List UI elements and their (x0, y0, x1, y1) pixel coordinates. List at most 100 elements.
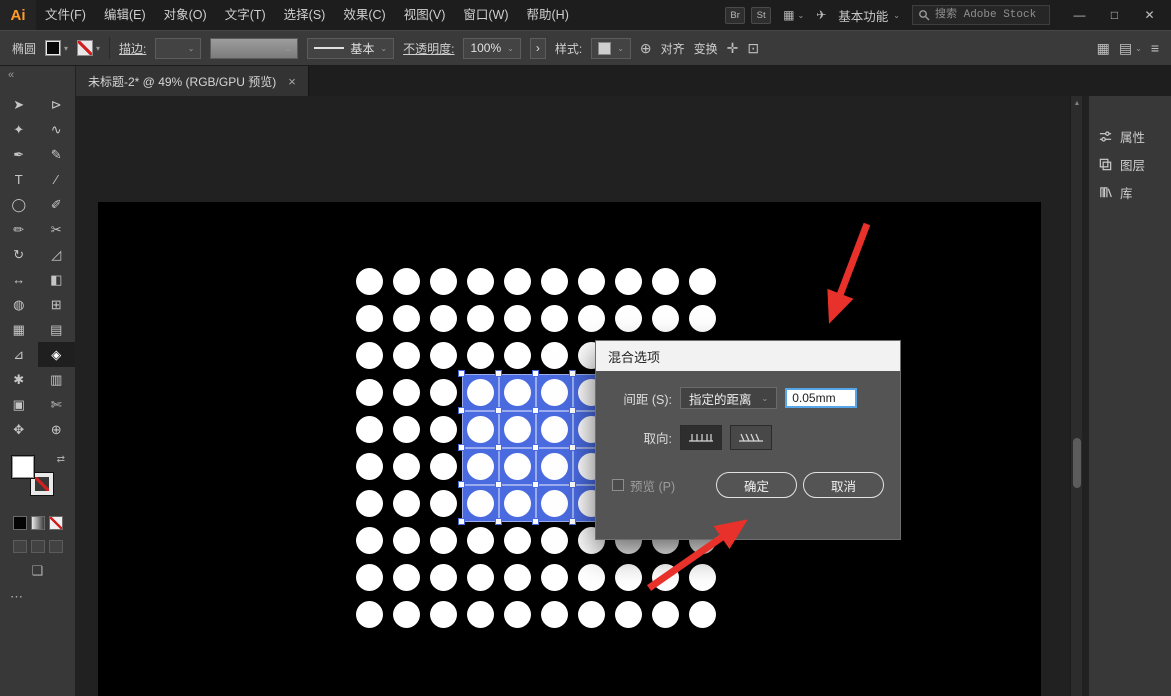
opacity-select[interactable]: 100%⌄ (463, 38, 520, 59)
perspective-grid-tool[interactable]: ⊞ (38, 292, 76, 317)
align-button[interactable]: 对齐 (661, 40, 685, 57)
search-input[interactable] (912, 5, 1050, 25)
eyedropper-tool[interactable]: ⊿ (0, 342, 38, 367)
stroke-weight-select[interactable]: ⌄ (155, 38, 201, 59)
document-setup-globe-icon[interactable]: ⊕ (640, 40, 652, 57)
workspace-grid-icon[interactable]: ▦ (1097, 40, 1110, 57)
hand-tool[interactable]: ✥ (0, 417, 38, 442)
mesh-tool[interactable]: ▦ (0, 317, 38, 342)
rotate-tool[interactable]: ↻ (0, 242, 38, 267)
maximize-button[interactable]: □ (1097, 0, 1132, 30)
column-graph-tool[interactable]: ▥ (38, 367, 76, 392)
slice-tool[interactable]: ✄ (38, 392, 76, 417)
orientation-path-button[interactable] (730, 425, 772, 450)
draw-normal-button[interactable] (13, 540, 27, 553)
style-select[interactable]: ⌄ (591, 38, 631, 59)
workspace-switcher[interactable]: 基本功能⌄ (838, 6, 900, 25)
menu-item-2[interactable]: 对象(O) (155, 0, 216, 30)
scrollbar-thumb[interactable] (1073, 438, 1081, 488)
spacing-select[interactable]: 指定的距离⌄ (680, 387, 777, 409)
app-window: Ai 文件(F)编辑(E)对象(O)文字(T)选择(S)效果(C)视图(V)窗口… (0, 0, 1171, 696)
panel-dock-icon[interactable]: ▤⌄ (1119, 40, 1142, 57)
stroke-color-control[interactable]: ▾ (77, 40, 100, 56)
share-icon[interactable]: ✈ (816, 8, 826, 22)
menu-item-4[interactable]: 选择(S) (275, 0, 335, 30)
blend-tool[interactable]: ◈ (38, 342, 76, 367)
document-tab-title: 未标题-2* @ 49% (RGB/GPU 预览) (88, 73, 276, 90)
isolate-selection-icon[interactable]: ⊡ (747, 40, 759, 57)
opacity-more-button[interactable]: › (530, 38, 546, 59)
close-button[interactable]: ✕ (1132, 0, 1167, 30)
opacity-label[interactable]: 不透明度: (403, 40, 454, 57)
zoom-tool[interactable]: ⊕ (38, 417, 76, 442)
transform-reference-icon[interactable]: ✛ (727, 40, 739, 57)
direct-selection-tool[interactable]: ⊳ (38, 92, 76, 117)
line-segment-tool[interactable]: ∕ (38, 167, 76, 192)
brush-definition-select[interactable]: ⌄ (210, 38, 298, 59)
type-tool[interactable]: T (0, 167, 38, 192)
transform-button[interactable]: 变换 (694, 40, 718, 57)
scissors-tool[interactable]: ✂ (38, 217, 76, 242)
edit-toolbar-button[interactable]: ⋯ (10, 589, 23, 604)
bridge-badge[interactable]: Br (725, 7, 745, 24)
magic-wand-tool[interactable]: ✦ (0, 117, 38, 142)
selection-tool[interactable]: ➤ (0, 92, 38, 117)
free-transform-tool[interactable]: ◧ (38, 267, 76, 292)
pen-tool[interactable]: ✒ (0, 142, 38, 167)
orientation-vertical-button[interactable] (680, 425, 722, 450)
swap-fill-stroke-icon[interactable]: ⇄ (57, 454, 65, 465)
canvas-area[interactable]: 混合选项 间距 (S): 指定的距离⌄ 取向: (76, 96, 1088, 696)
menu-item-6[interactable]: 视图(V) (395, 0, 455, 30)
vertical-scrollbar[interactable]: ▲ (1070, 96, 1082, 696)
collapse-panel-button[interactable]: « (8, 69, 14, 81)
shaper-tool[interactable]: ✏ (0, 217, 38, 242)
selection-anchor (570, 482, 575, 487)
distance-input[interactable] (785, 388, 857, 408)
curvature-tool[interactable]: ✎ (38, 142, 76, 167)
menu-item-8[interactable]: 帮助(H) (518, 0, 578, 30)
symbol-sprayer-tool[interactable]: ✱ (0, 367, 38, 392)
menu-item-0[interactable]: 文件(F) (36, 0, 95, 30)
fill-color-swatch[interactable] (12, 456, 34, 478)
stroke-style-select[interactable]: 基本⌄ (307, 38, 394, 59)
fill-color-control[interactable]: ▾ (45, 40, 68, 56)
menu-item-7[interactable]: 窗口(W) (454, 0, 517, 30)
panel-libraries[interactable]: 库 (1089, 178, 1171, 206)
scroll-up-icon[interactable]: ▲ (1071, 100, 1083, 107)
stroke-weight-label[interactable]: 描边: (119, 40, 146, 57)
menu-item-5[interactable]: 效果(C) (334, 0, 394, 30)
width-tool[interactable]: ↔ (0, 267, 38, 292)
ellipse-tool[interactable]: ◯ (0, 192, 38, 217)
selection-anchor (459, 408, 464, 413)
panel-properties[interactable]: 属性 (1089, 122, 1171, 150)
scale-tool[interactable]: ◿ (38, 242, 76, 267)
document-tab[interactable]: 未标题-2* @ 49% (RGB/GPU 预览) × (76, 66, 309, 96)
panel-layers[interactable]: 图层 (1089, 150, 1171, 178)
stroke-color-swatch[interactable] (31, 473, 53, 495)
selection-anchor (496, 445, 501, 450)
dialog-titlebar[interactable]: 混合选项 (596, 341, 900, 371)
app-logo[interactable]: Ai (0, 0, 36, 30)
ok-button[interactable]: 确定 (716, 472, 797, 498)
minimize-button[interactable]: — (1062, 0, 1097, 30)
menu-item-1[interactable]: 编辑(E) (95, 0, 155, 30)
selection-anchor (570, 371, 575, 376)
lasso-tool[interactable]: ∿ (38, 117, 76, 142)
shape-builder-tool[interactable]: ◍ (0, 292, 38, 317)
tab-close-icon[interactable]: × (288, 74, 296, 89)
screen-mode-button[interactable]: ❑ (32, 563, 44, 578)
none-mode-button[interactable] (49, 516, 63, 530)
draw-behind-button[interactable] (31, 540, 45, 553)
menu-item-3[interactable]: 文字(T) (216, 0, 275, 30)
paintbrush-tool[interactable]: ✐ (38, 192, 76, 217)
gradient-mode-button[interactable] (31, 516, 45, 530)
draw-inside-button[interactable] (49, 540, 63, 553)
stock-badge[interactable]: St (751, 7, 771, 24)
arrange-documents-icon[interactable]: ▦⌄ (783, 8, 804, 22)
preview-checkbox[interactable] (612, 479, 624, 491)
color-mode-button[interactable] (13, 516, 27, 530)
control-menu-icon[interactable]: ≡ (1151, 40, 1159, 56)
cancel-button[interactable]: 取消 (803, 472, 884, 498)
gradient-tool[interactable]: ▤ (38, 317, 76, 342)
artboard-tool[interactable]: ▣ (0, 392, 38, 417)
